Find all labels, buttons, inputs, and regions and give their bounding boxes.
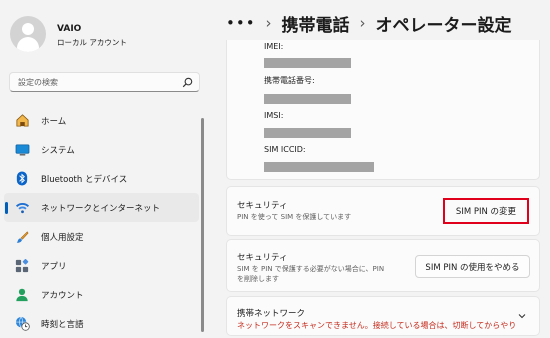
sidebar-item-label: 個人用設定: [41, 232, 84, 243]
imsi-value-redacted: [264, 128, 351, 138]
cellular-network-card[interactable]: 携帯ネットワーク ネットワークをスキャンできません。接続している場合は、切断して…: [226, 296, 540, 336]
chevron-down-icon[interactable]: [517, 311, 527, 321]
sidebar-item-system[interactable]: システム: [4, 135, 199, 164]
search-placeholder: 設定の検索: [18, 78, 58, 87]
security-subtitle-line1: SIM を PIN で保護する必要がない場合に、PIN: [237, 265, 385, 273]
account-icon: [14, 287, 30, 303]
home-icon: [14, 113, 30, 129]
network-title: 携帯ネットワーク: [237, 309, 306, 319]
security-change-pin-card: セキュリティ PIN を使って SIM を保護しています SIM PIN の変更: [226, 186, 540, 236]
account-type: ローカル アカウント: [57, 38, 127, 47]
monitor-icon: [14, 142, 30, 158]
sidebar-item-bluetooth[interactable]: Bluetooth とデバイス: [4, 164, 199, 193]
avatar[interactable]: [10, 16, 46, 52]
security-title: セキュリティ: [237, 253, 288, 263]
highlight-box: [443, 198, 529, 224]
sidebar-item-home[interactable]: ホーム: [4, 106, 199, 135]
sidebar-item-label: ホーム: [41, 116, 67, 127]
breadcrumb-more-icon[interactable]: •••: [226, 14, 256, 32]
sidebar-item-label: アカウント: [41, 290, 84, 301]
breadcrumb-separator: ›: [359, 14, 366, 32]
sidebar-item-time-language[interactable]: 時刻と言語: [4, 309, 199, 338]
sidebar-item-label: Bluetooth とデバイス: [41, 174, 128, 185]
sidebar-item-label: システム: [41, 145, 75, 156]
imsi-label: IMSI:: [264, 111, 284, 120]
sidebar-item-label: 時刻と言語: [41, 319, 84, 330]
sidebar-item-personalization[interactable]: 個人用設定: [4, 222, 199, 251]
avatar-body: [17, 37, 39, 52]
sidebar-nav: ホーム システム Bluetooth とデバイス ネットワークとインターネット …: [0, 106, 203, 338]
sidebar-item-apps[interactable]: アプリ: [4, 251, 199, 280]
phone-number-label: 携帯電話番号:: [264, 76, 315, 85]
network-error-text: ネットワークをスキャンできません。接続している場合は、切断してからやり: [237, 321, 517, 330]
apps-icon: [14, 258, 30, 274]
breadcrumb-parent[interactable]: 携帯電話: [282, 11, 350, 36]
sim-info-card: IMEI: 携帯電話番号: IMSI: SIM ICCID:: [226, 40, 540, 180]
page-title: オペレーター設定: [375, 15, 512, 36]
selection-indicator: [5, 202, 8, 214]
security-remove-pin-card: セキュリティ SIM を PIN で保護する必要がない場合に、PIN を削除しま…: [226, 239, 540, 292]
sidebar-scrollbar[interactable]: [201, 118, 204, 332]
sidebar-item-accounts[interactable]: アカウント: [4, 280, 199, 309]
sidebar-item-label: アプリ: [41, 261, 67, 272]
security-subtitle-line2: を削除します: [237, 275, 279, 283]
clock-globe-icon: [14, 316, 30, 332]
security-subtitle: PIN を使って SIM を保護しています: [237, 213, 352, 221]
stop-using-sim-pin-button[interactable]: SIM PIN の使用をやめる: [415, 255, 530, 278]
paintbrush-icon: [14, 229, 30, 245]
iccid-label: SIM ICCID:: [264, 145, 306, 154]
breadcrumb-separator: ›: [265, 14, 272, 32]
search-icon: [182, 77, 193, 88]
imei-label: IMEI:: [264, 42, 284, 51]
phone-number-value-redacted: [264, 94, 351, 104]
imei-value-redacted: [264, 58, 351, 68]
security-title: セキュリティ: [237, 201, 288, 211]
user-name: VAIO: [57, 24, 82, 34]
wifi-icon: [14, 200, 30, 216]
avatar-head: [22, 23, 34, 35]
search-input[interactable]: 設定の検索: [9, 72, 200, 92]
bluetooth-icon: [14, 171, 30, 187]
sidebar-item-label: ネットワークとインターネット: [41, 203, 161, 214]
breadcrumb: ••• › 携帯電話 › オペレーター設定: [226, 10, 512, 36]
iccid-value-redacted: [264, 162, 374, 172]
sidebar-item-network[interactable]: ネットワークとインターネット: [4, 193, 199, 222]
